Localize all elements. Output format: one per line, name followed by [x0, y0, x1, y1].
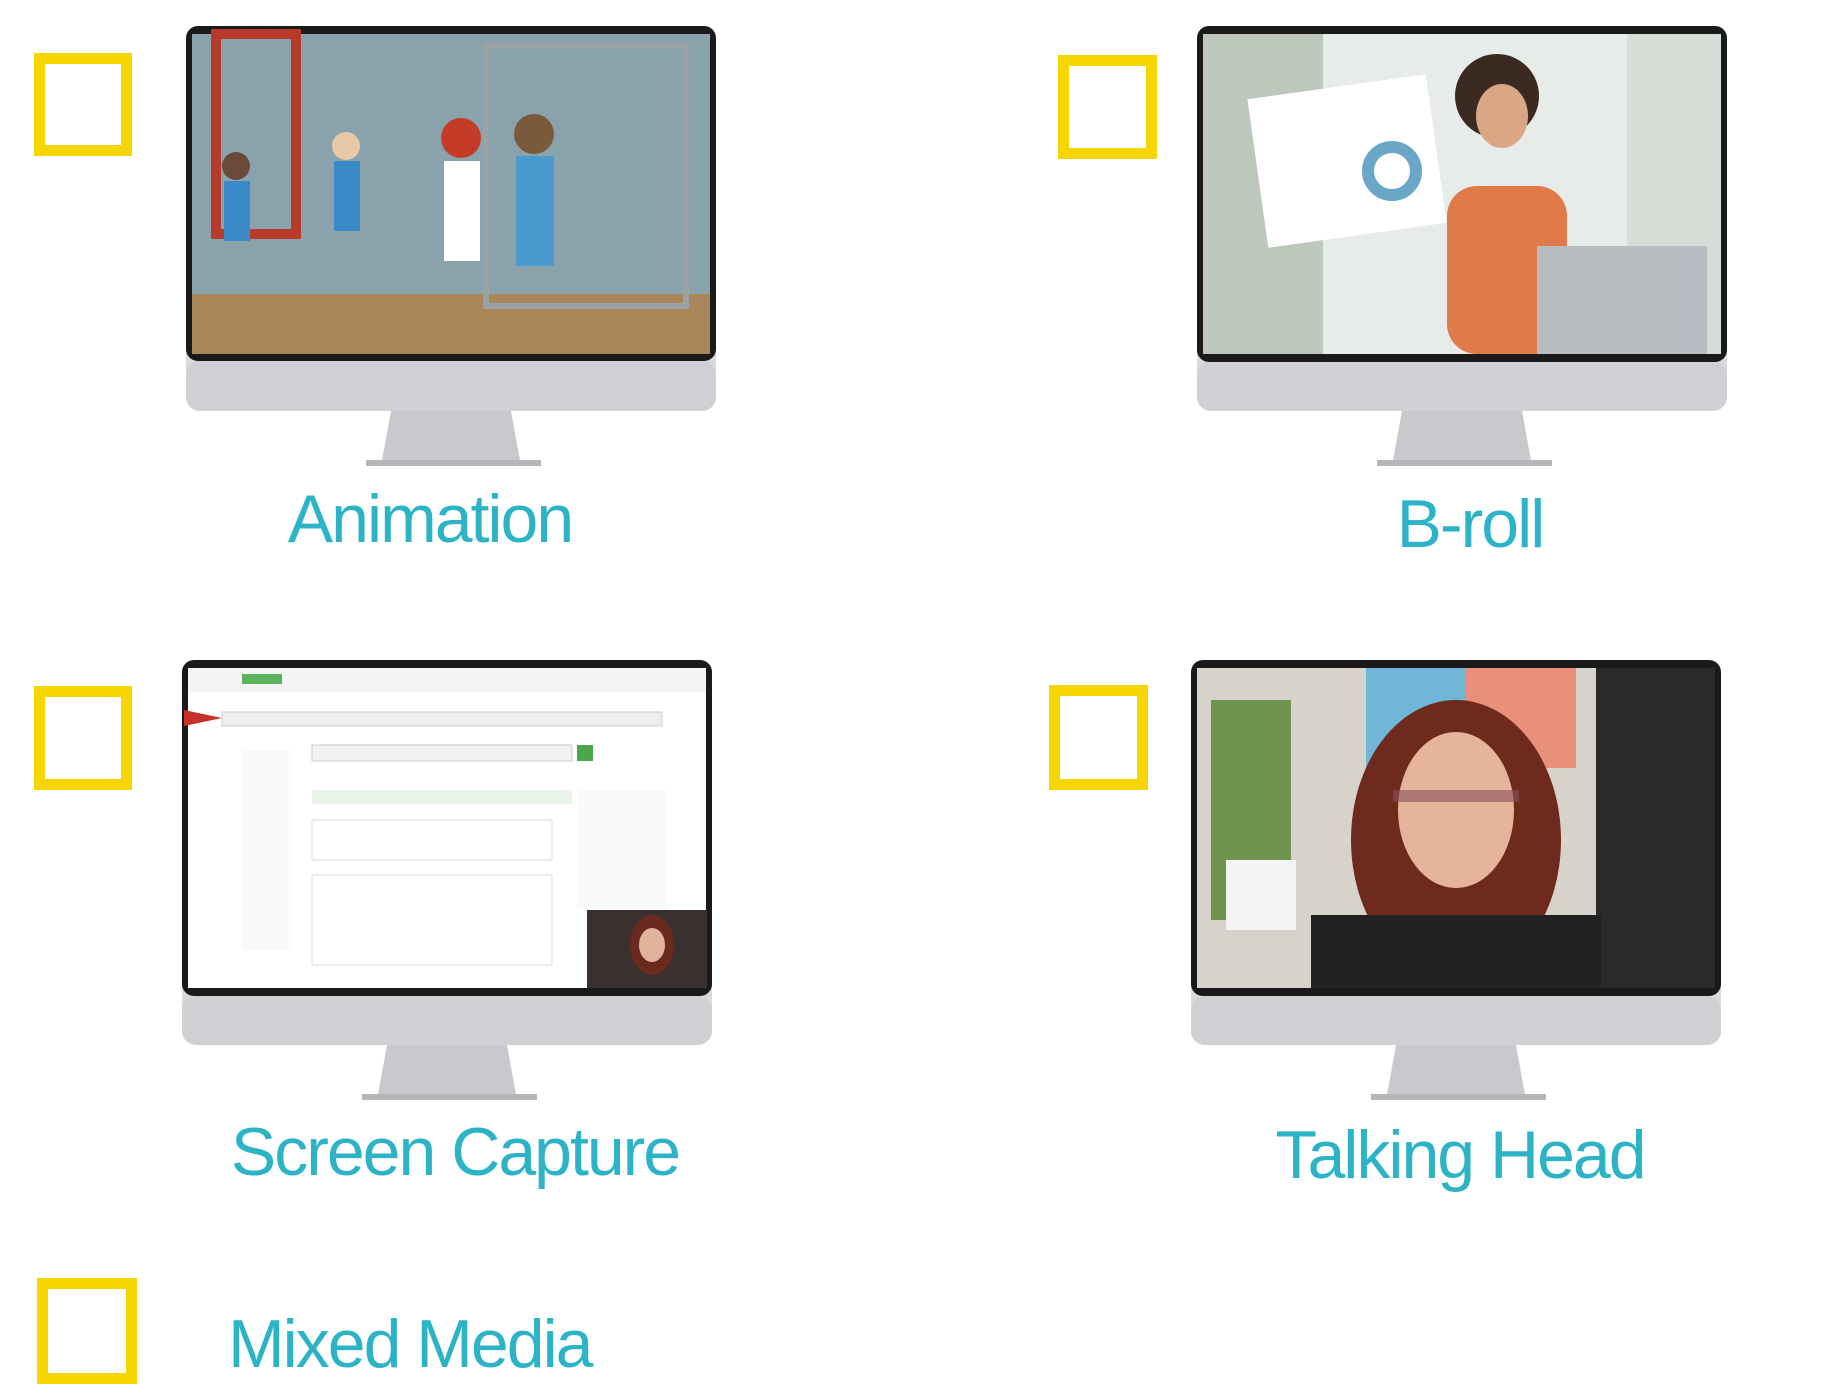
- checkbox-screen-capture[interactable]: [34, 686, 132, 790]
- option-label-mixed-media: Mixed Media: [228, 1306, 593, 1382]
- screen-capture-monitor-image: [182, 660, 718, 1105]
- talking-head-monitor-image: [1191, 660, 1727, 1105]
- option-label-broll: B-roll: [1396, 486, 1546, 562]
- checkbox-mixed-media[interactable]: [37, 1278, 137, 1384]
- broll-monitor-image: [1197, 26, 1733, 471]
- checkbox-broll[interactable]: [1058, 55, 1157, 159]
- checkbox-animation[interactable]: [34, 53, 132, 156]
- option-label-talking-head: Talking Head: [1275, 1117, 1646, 1193]
- option-label-screen-capture: Screen Capture: [230, 1114, 681, 1190]
- checkbox-talking-head[interactable]: [1049, 685, 1148, 790]
- animation-monitor-image: [186, 26, 722, 466]
- option-label-animation: Animation: [287, 481, 574, 557]
